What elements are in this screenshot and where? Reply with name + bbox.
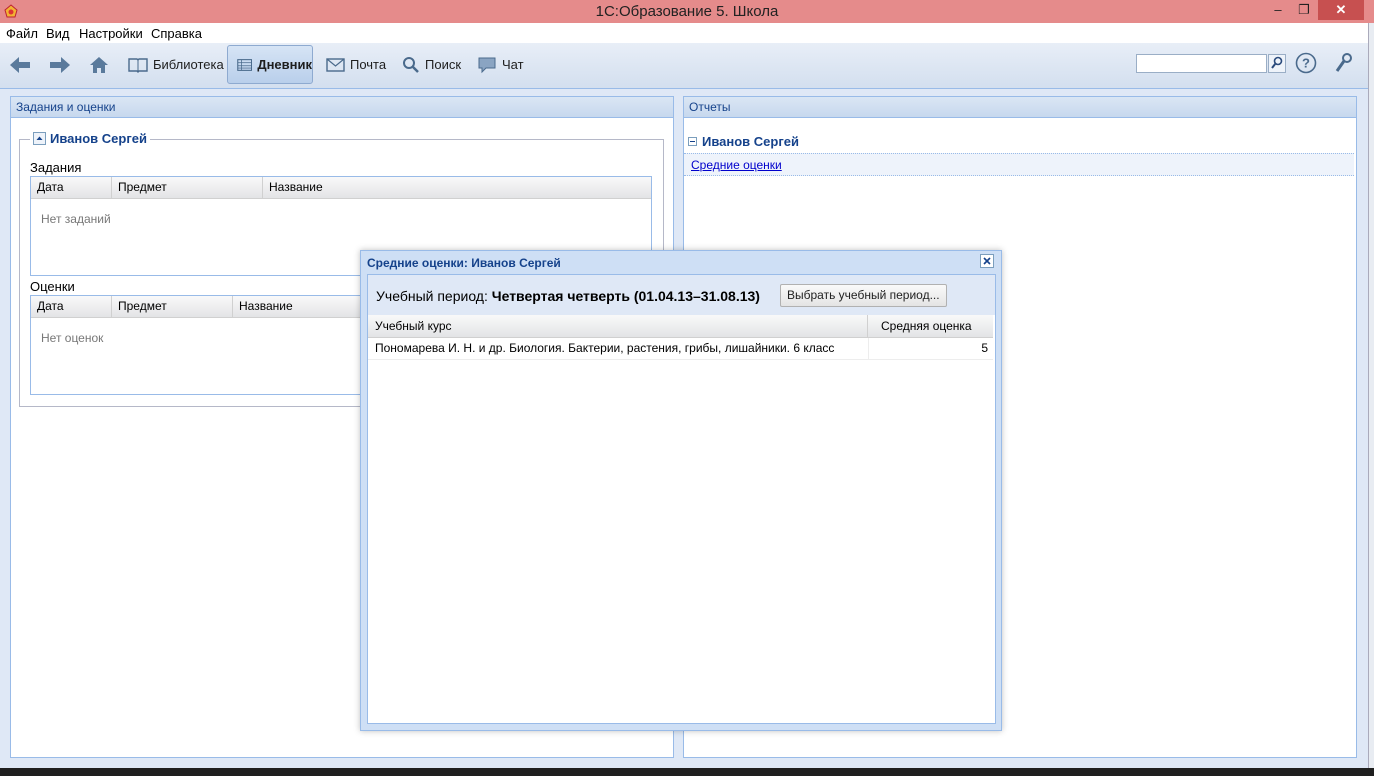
tasks-label: Задания: [30, 160, 82, 175]
grades-label: Оценки: [30, 279, 75, 294]
column-subject[interactable]: Предмет: [112, 177, 263, 198]
mail-label: Почта: [350, 57, 387, 72]
report-row-selected: Средние оценки: [684, 153, 1354, 176]
close-icon: [983, 257, 991, 265]
back-button[interactable]: [8, 45, 37, 84]
diary-grid-icon: [237, 58, 253, 71]
chat-label: Чат: [502, 57, 524, 72]
dialog-title: Средние оценки: Иванов Сергей: [367, 256, 561, 270]
tasks-empty-text: Нет заданий: [41, 212, 111, 226]
period-bar: Учебный период: Четвертая четверть (01.0…: [368, 275, 995, 315]
column-date[interactable]: Дата: [31, 296, 112, 317]
minimize-button[interactable]: ‒: [1266, 0, 1290, 20]
maximize-button[interactable]: ❐: [1292, 0, 1316, 20]
menu-help[interactable]: Справка: [151, 26, 202, 41]
averages-grid-header: Учебный курс Средняя оценка: [368, 315, 993, 338]
dialog-body: Учебный период: Четвертая четверть (01.0…: [367, 274, 996, 724]
book-icon: [128, 57, 148, 73]
window-title: 1С:Образование 5. Школа: [595, 3, 779, 20]
course-cell: Пономарева И. Н. и др. Биология. Бактери…: [375, 341, 835, 355]
menu-bar: Файл Вид Настройки Справка: [0, 23, 1374, 43]
choose-period-button[interactable]: Выбрать учебный период...: [780, 284, 947, 307]
arrow-left-icon: [10, 56, 30, 73]
reports-header: Отчеты: [684, 97, 1356, 118]
period-info: Учебный период: Четвертая четверть (01.0…: [376, 288, 760, 304]
column-date[interactable]: Дата: [31, 177, 112, 198]
menu-file[interactable]: Файл: [6, 26, 38, 41]
table-row[interactable]: Пономарева И. Н. и др. Биология. Бактери…: [368, 338, 993, 360]
tasks-grades-header: Задания и оценки: [11, 97, 673, 118]
period-label: Учебный период:: [376, 288, 488, 304]
forward-button[interactable]: [48, 45, 77, 84]
menu-settings[interactable]: Настройки: [79, 26, 143, 41]
help-icon: ?: [1295, 52, 1317, 74]
column-subject[interactable]: Предмет: [112, 296, 233, 317]
grades-empty-text: Нет оценок: [41, 331, 104, 345]
student-legend: Иванов Сергей: [30, 131, 150, 146]
student-name: Иванов Сергей: [50, 131, 147, 146]
envelope-icon: [326, 57, 345, 72]
title-bar: 1С:Образование 5. Школа ‒ ❐ ✕: [0, 0, 1374, 24]
diary-button[interactable]: Дневник: [227, 45, 313, 84]
arrow-right-icon: [50, 56, 70, 73]
magnifier-icon: [403, 56, 419, 73]
mail-button[interactable]: Почта: [326, 45, 386, 84]
tasks-grid-header: Дата Предмет Название: [31, 177, 651, 199]
taskbar-edge: [0, 768, 1374, 776]
column-average-grade[interactable]: Средняя оценка: [868, 315, 991, 337]
menu-view[interactable]: Вид: [46, 26, 70, 41]
right-edge-strip: [1368, 23, 1374, 768]
chat-bubble-icon: [478, 57, 496, 73]
search-button[interactable]: Поиск: [402, 45, 461, 84]
magnifier-small-icon: [1271, 56, 1283, 69]
help-button[interactable]: ?: [1295, 52, 1317, 77]
triangle-up-icon: [36, 136, 43, 140]
home-icon: [90, 56, 108, 73]
close-window-button[interactable]: ✕: [1318, 0, 1364, 20]
collapse-minus-icon: [688, 137, 697, 146]
search-input[interactable]: [1136, 54, 1267, 73]
collapse-toggle[interactable]: [33, 132, 46, 145]
diary-label: Дневник: [257, 57, 312, 72]
dialog-close-button[interactable]: [980, 254, 994, 268]
column-name[interactable]: Название: [263, 177, 651, 198]
search-label: Поиск: [425, 57, 462, 72]
chat-button[interactable]: Чат: [477, 45, 524, 84]
library-label: Библиотека: [153, 57, 224, 72]
report-student-name: Иванов Сергей: [702, 134, 799, 149]
settings-button[interactable]: [1334, 52, 1354, 77]
report-student-node[interactable]: Иванов Сергей: [688, 134, 799, 149]
average-grades-link[interactable]: Средние оценки: [691, 158, 782, 172]
wrench-icon: [1335, 53, 1352, 72]
svg-text:?: ?: [1302, 56, 1310, 71]
period-value: Четвертая четверть (01.04.13–31.08.13): [491, 288, 760, 304]
column-course[interactable]: Учебный курс: [368, 315, 868, 337]
library-button[interactable]: Библиотека: [128, 45, 224, 84]
grade-cell: 5: [868, 338, 988, 359]
home-button[interactable]: [88, 45, 115, 84]
average-grades-dialog: Средние оценки: Иванов Сергей Учебный пе…: [360, 250, 1002, 731]
search-submit-button[interactable]: [1268, 54, 1286, 73]
